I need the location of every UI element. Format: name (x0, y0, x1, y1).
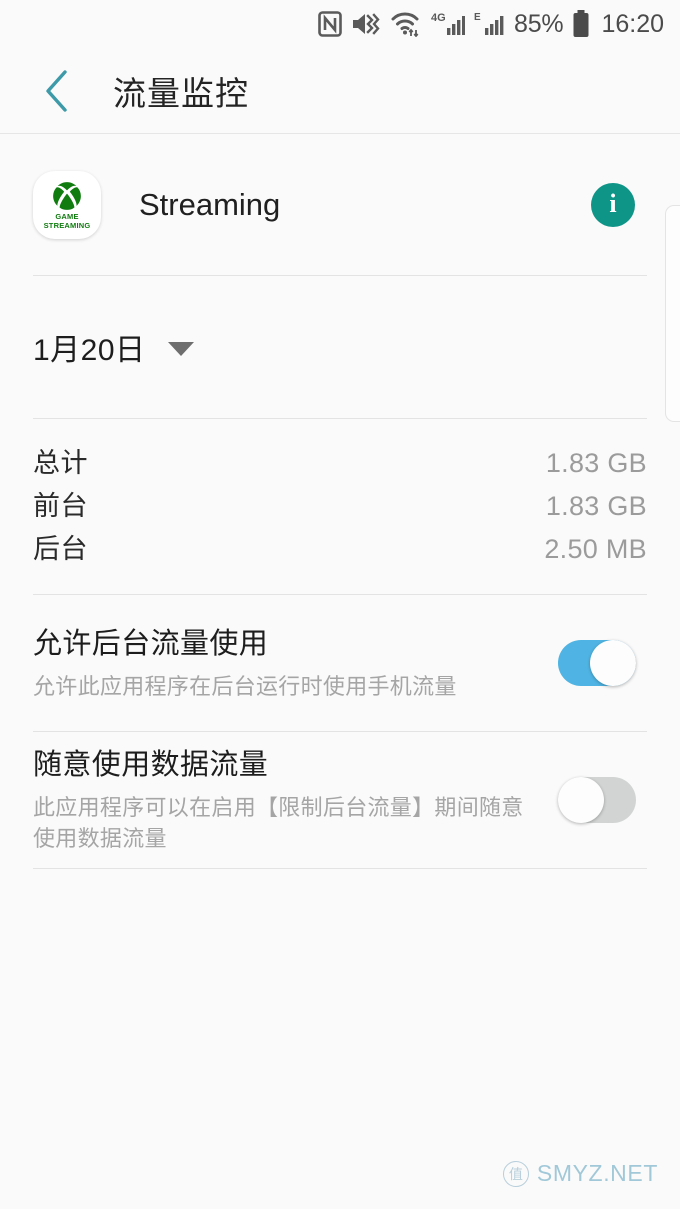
usage-label-background: 后台 (33, 534, 88, 564)
setting-subtitle-background-data: 允许此应用程序在后台运行时使用手机流量 (33, 673, 457, 699)
network-type-e-label: E (474, 12, 481, 23)
setting-title-unrestricted-data: 随意使用数据流量 (33, 749, 269, 781)
usage-row-foreground: 前台 1.83 GB (33, 484, 647, 527)
battery-percent-label: 85% (514, 9, 564, 38)
setting-subtitle-unrestricted-data: 此应用程序可以在启用【限制后台流量】期间随意使用数据流量 (33, 795, 524, 851)
usage-value-background: 2.50 MB (544, 534, 647, 564)
watermark: 值 SMYZ.NET (502, 1160, 658, 1187)
app-header-row: GAME STREAMING Streaming i (0, 134, 680, 275)
setting-text-unrestricted-data: 随意使用数据流量 此应用程序可以在启用【限制后台流量】期间随意使用数据流量 (33, 746, 558, 854)
clock-label: 16:20 (601, 9, 664, 38)
usage-row-background: 后台 2.50 MB (33, 527, 647, 570)
xbox-logo-icon (52, 181, 82, 211)
status-bar: 4G E 85% 16:20 (0, 0, 680, 48)
info-icon: i (609, 189, 617, 218)
toggle-knob (590, 640, 636, 686)
setting-text-background-data: 允许后台流量使用 允许此应用程序在后台运行时使用手机流量 (33, 625, 558, 702)
setting-title-background-data: 允许后台流量使用 (33, 627, 269, 660)
page-title: 流量监控 (113, 74, 249, 112)
date-selector[interactable]: 1月20日 (0, 276, 680, 418)
toggle-knob (558, 777, 604, 823)
phone-screen: 4G E 85% 16:20 流量监控 GAME STREAMING Strea… (0, 0, 680, 1209)
usage-label-foreground: 前台 (33, 491, 88, 521)
app-name-label: Streaming (139, 186, 281, 222)
usage-stats: 总计 1.83 GB 前台 1.83 GB 后台 2.50 MB (0, 419, 680, 594)
usage-value-total: 1.83 GB (545, 448, 647, 478)
setting-row-background-data[interactable]: 允许后台流量使用 允许此应用程序在后台运行时使用手机流量 (0, 595, 680, 731)
app-bar: 流量监控 (0, 48, 680, 133)
app-icon-label-line2: STREAMING (43, 220, 91, 230)
wifi-icon (390, 11, 422, 37)
chevron-down-icon (167, 342, 194, 356)
app-info-button[interactable]: i (591, 182, 635, 227)
signal-4g-icon: 4G (431, 10, 465, 38)
chevron-left-icon (46, 69, 67, 112)
toggle-background-data[interactable] (558, 640, 636, 686)
nfc-icon (318, 11, 342, 37)
edge-panel-handle[interactable] (665, 205, 680, 422)
watermark-badge: 值 (502, 1160, 529, 1187)
watermark-text: SMYZ.NET (536, 1160, 658, 1186)
date-selector-value: 1月20日 (33, 334, 146, 367)
settings-content: GAME STREAMING Streaming i 1月20日 总计 1.83… (0, 134, 680, 1209)
usage-value-foreground: 1.83 GB (545, 491, 647, 521)
toggle-unrestricted-data[interactable] (558, 777, 636, 823)
app-icon-label: GAME STREAMING (43, 212, 91, 230)
signal-e-icon: E (474, 10, 504, 38)
usage-row-total: 总计 1.83 GB (33, 441, 647, 484)
mute-vibrate-icon (351, 11, 381, 37)
battery-icon (572, 10, 590, 38)
app-icon: GAME STREAMING (33, 170, 101, 239)
divider-bottom (33, 868, 647, 869)
usage-label-total: 总计 (33, 448, 88, 478)
setting-row-unrestricted-data[interactable]: 随意使用数据流量 此应用程序可以在启用【限制后台流量】期间随意使用数据流量 (0, 732, 680, 868)
back-button[interactable] (26, 60, 88, 122)
network-type-4g-label: 4G (431, 12, 446, 24)
